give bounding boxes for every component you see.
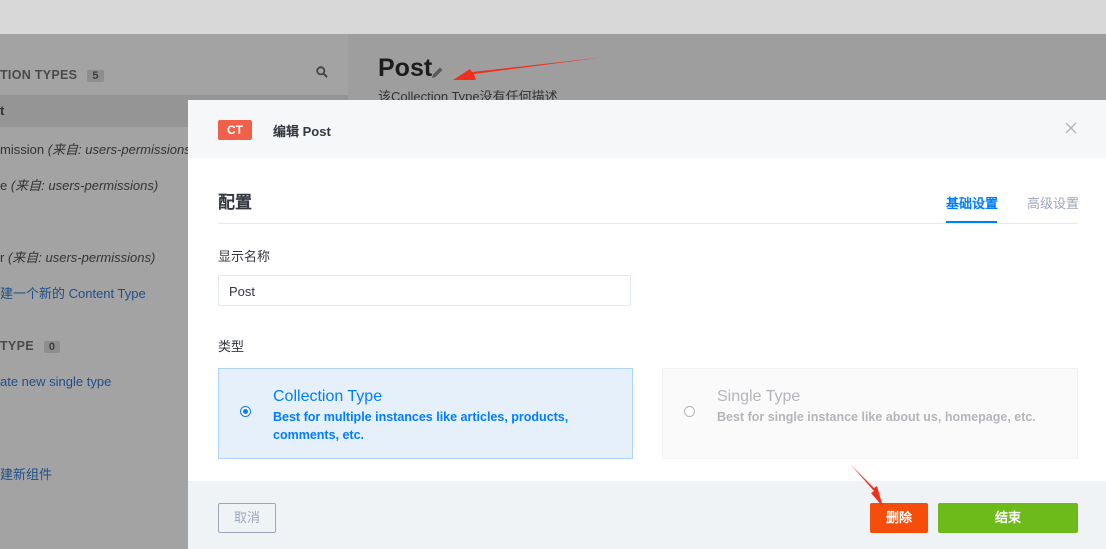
top-bar <box>0 0 1106 35</box>
single-type-title: Single Type <box>717 388 801 405</box>
page-title: Post <box>378 54 433 82</box>
collection-type-option[interactable]: Collection Type Best for multiple instan… <box>218 368 633 459</box>
sidebar-item-role[interactable]: e (来自: users-permissions) <box>0 175 158 194</box>
modal-title: 编辑 Post <box>273 124 331 139</box>
single-type-description: Best for single instance like about us, … <box>717 410 1036 424</box>
modal-footer: 取消 删除 结束 <box>188 481 1106 549</box>
radio-selected-icon[interactable] <box>240 406 251 417</box>
finish-button[interactable]: 结束 <box>938 503 1078 533</box>
collection-types-count: 5 <box>87 70 104 82</box>
single-type-option[interactable]: Single Type Best for single instance lik… <box>662 368 1078 459</box>
create-component-link[interactable]: 建新组件 <box>0 464 52 483</box>
create-single-type-link[interactable]: ate new single type <box>0 374 111 389</box>
collection-type-title: Collection Type <box>273 388 383 405</box>
display-name-label: 显示名称 <box>218 249 271 264</box>
sidebar-item-post[interactable]: t <box>0 103 4 118</box>
tab-advanced-settings[interactable]: 高级设置 <box>1027 193 1079 212</box>
cancel-button[interactable]: 取消 <box>218 503 276 533</box>
section-title: 配置 <box>218 193 252 212</box>
content-type-badge: CT <box>218 120 252 140</box>
pencil-icon[interactable] <box>431 66 444 79</box>
type-label: 类型 <box>218 339 245 354</box>
collection-types-heading: TION TYPES 5 <box>0 68 104 82</box>
modal-header: CT 编辑 Post <box>188 100 1106 158</box>
edit-content-type-modal: CT 编辑 Post 配置 基础设置 高级设置 显示名称 Post 类型 Col… <box>188 100 1106 549</box>
tab-basic-settings[interactable]: 基础设置 <box>946 193 998 212</box>
sidebar-item-permission[interactable]: mission (来自: users-permissions) <box>0 139 195 158</box>
close-icon[interactable] <box>1065 122 1077 134</box>
create-content-type-link[interactable]: 建一个新的 Content Type <box>0 283 146 302</box>
display-name-input[interactable]: Post <box>218 275 631 306</box>
search-icon[interactable] <box>316 66 328 78</box>
radio-unselected-icon[interactable] <box>684 406 695 417</box>
tabs-divider <box>218 223 1078 224</box>
single-types-count: 0 <box>43 341 61 353</box>
delete-button[interactable]: 删除 <box>870 503 928 533</box>
single-types-heading: TYPE 0 <box>0 339 61 353</box>
sidebar-item-user[interactable]: r (来自: users-permissions) <box>0 247 155 266</box>
collection-type-description: Best for multiple instances like article… <box>273 410 569 442</box>
